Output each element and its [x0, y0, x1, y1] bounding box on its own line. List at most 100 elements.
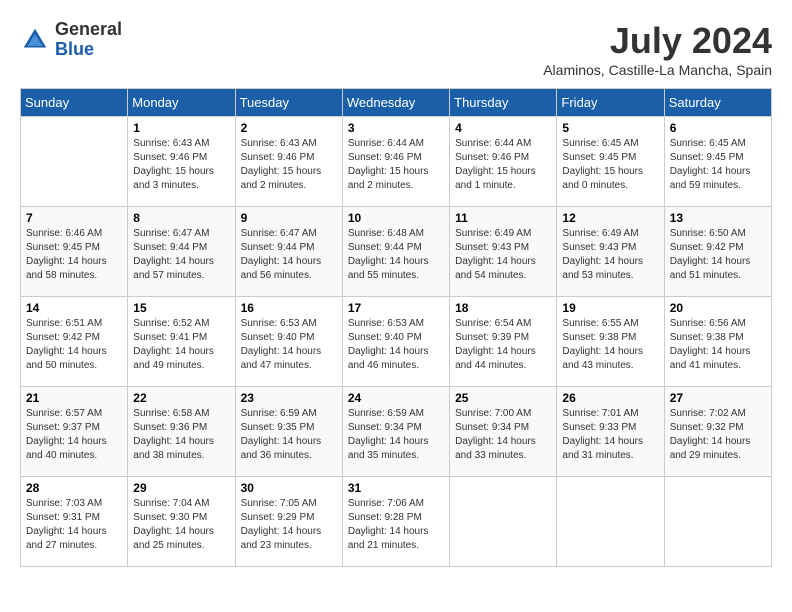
day-info: Sunrise: 7:04 AMSunset: 9:30 PMDaylight:… — [133, 497, 229, 553]
sunrise-text: Sunrise: 7:02 AM — [670, 407, 766, 421]
daylight-text: Daylight: 14 hours and 57 minutes. — [133, 255, 229, 283]
daylight-text: Daylight: 14 hours and 47 minutes. — [241, 345, 337, 373]
day-info: Sunrise: 6:44 AMSunset: 9:46 PMDaylight:… — [348, 137, 444, 193]
daylight-text: Daylight: 14 hours and 51 minutes. — [670, 255, 766, 283]
daylight-text: Daylight: 15 hours and 0 minutes. — [562, 165, 658, 193]
sunset-text: Sunset: 9:39 PM — [455, 331, 551, 345]
day-number: 2 — [241, 121, 337, 135]
day-info: Sunrise: 6:53 AMSunset: 9:40 PMDaylight:… — [348, 317, 444, 373]
daylight-text: Daylight: 14 hours and 59 minutes. — [670, 165, 766, 193]
calendar-cell: 4 Sunrise: 6:44 AMSunset: 9:46 PMDaylight… — [450, 117, 557, 207]
sunset-text: Sunset: 9:34 PM — [455, 421, 551, 435]
day-number: 5 — [562, 121, 658, 135]
calendar-cell — [664, 477, 771, 567]
sunrise-text: Sunrise: 6:43 AM — [133, 137, 229, 151]
day-info: Sunrise: 6:59 AMSunset: 9:34 PMDaylight:… — [348, 407, 444, 463]
calendar-cell: 21Sunrise: 6:57 AMSunset: 9:37 PMDayligh… — [21, 387, 128, 477]
sunset-text: Sunset: 9:29 PM — [241, 511, 337, 525]
daylight-text: Daylight: 14 hours and 31 minutes. — [562, 435, 658, 463]
sunrise-text: Sunrise: 6:45 AM — [670, 137, 766, 151]
day-number: 22 — [133, 391, 229, 405]
sunrise-text: Sunrise: 6:51 AM — [26, 317, 122, 331]
calendar-cell: 23Sunrise: 6:59 AMSunset: 9:35 PMDayligh… — [235, 387, 342, 477]
calendar-cell: 19Sunrise: 6:55 AMSunset: 9:38 PMDayligh… — [557, 297, 664, 387]
daylight-text: Daylight: 14 hours and 49 minutes. — [133, 345, 229, 373]
calendar-cell: 22Sunrise: 6:58 AMSunset: 9:36 PMDayligh… — [128, 387, 235, 477]
day-info: Sunrise: 6:43 AMSunset: 9:46 PMDaylight:… — [133, 137, 229, 193]
sunrise-text: Sunrise: 6:53 AM — [348, 317, 444, 331]
sunset-text: Sunset: 9:38 PM — [670, 331, 766, 345]
sunrise-text: Sunrise: 6:56 AM — [670, 317, 766, 331]
sunrise-text: Sunrise: 6:53 AM — [241, 317, 337, 331]
sunset-text: Sunset: 9:45 PM — [562, 151, 658, 165]
calendar-week-row: 1Sunrise: 6:43 AMSunset: 9:46 PMDaylight… — [21, 117, 772, 207]
sunset-text: Sunset: 9:44 PM — [348, 241, 444, 255]
day-number: 17 — [348, 301, 444, 315]
calendar-cell: 30Sunrise: 7:05 AMSunset: 9:29 PMDayligh… — [235, 477, 342, 567]
day-info: Sunrise: 7:02 AMSunset: 9:32 PMDaylight:… — [670, 407, 766, 463]
day-info: Sunrise: 6:51 AMSunset: 9:42 PMDaylight:… — [26, 317, 122, 373]
day-number: 1 — [133, 121, 229, 135]
day-info: Sunrise: 6:46 AMSunset: 9:45 PMDaylight:… — [26, 227, 122, 283]
daylight-text: Daylight: 14 hours and 55 minutes. — [348, 255, 444, 283]
day-info: Sunrise: 6:44 AMSunset: 9:46 PMDaylight:… — [455, 137, 551, 193]
sunset-text: Sunset: 9:46 PM — [133, 151, 229, 165]
day-number: 13 — [670, 211, 766, 225]
daylight-text: Daylight: 14 hours and 27 minutes. — [26, 525, 122, 553]
day-number: 8 — [133, 211, 229, 225]
calendar-header-row: SundayMondayTuesdayWednesdayThursdayFrid… — [21, 89, 772, 117]
sunrise-text: Sunrise: 6:59 AM — [348, 407, 444, 421]
day-info: Sunrise: 6:56 AMSunset: 9:38 PMDaylight:… — [670, 317, 766, 373]
sunrise-text: Sunrise: 6:55 AM — [562, 317, 658, 331]
calendar-cell: 25Sunrise: 7:00 AMSunset: 9:34 PMDayligh… — [450, 387, 557, 477]
sunset-text: Sunset: 9:32 PM — [670, 421, 766, 435]
day-info: Sunrise: 6:54 AMSunset: 9:39 PMDaylight:… — [455, 317, 551, 373]
sunrise-text: Sunrise: 7:01 AM — [562, 407, 658, 421]
day-number: 18 — [455, 301, 551, 315]
calendar-cell: 5 Sunrise: 6:45 AMSunset: 9:45 PMDaylight… — [557, 117, 664, 207]
daylight-text: Daylight: 14 hours and 40 minutes. — [26, 435, 122, 463]
calendar-cell: 27Sunrise: 7:02 AMSunset: 9:32 PMDayligh… — [664, 387, 771, 477]
calendar-cell — [450, 477, 557, 567]
daylight-text: Daylight: 14 hours and 36 minutes. — [241, 435, 337, 463]
sunrise-text: Sunrise: 7:06 AM — [348, 497, 444, 511]
sunset-text: Sunset: 9:43 PM — [455, 241, 551, 255]
day-number: 4 — [455, 121, 551, 135]
day-number: 3 — [348, 121, 444, 135]
calendar-week-row: 28Sunrise: 7:03 AMSunset: 9:31 PMDayligh… — [21, 477, 772, 567]
day-number: 23 — [241, 391, 337, 405]
header-friday: Friday — [557, 89, 664, 117]
sunrise-text: Sunrise: 6:58 AM — [133, 407, 229, 421]
sunset-text: Sunset: 9:46 PM — [455, 151, 551, 165]
day-number: 24 — [348, 391, 444, 405]
sunset-text: Sunset: 9:35 PM — [241, 421, 337, 435]
day-number: 15 — [133, 301, 229, 315]
calendar-cell — [21, 117, 128, 207]
sunset-text: Sunset: 9:36 PM — [133, 421, 229, 435]
calendar-week-row: 7Sunrise: 6:46 AMSunset: 9:45 PMDaylight… — [21, 207, 772, 297]
calendar-cell: 10Sunrise: 6:48 AMSunset: 9:44 PMDayligh… — [342, 207, 449, 297]
sunset-text: Sunset: 9:41 PM — [133, 331, 229, 345]
daylight-text: Daylight: 14 hours and 54 minutes. — [455, 255, 551, 283]
day-info: Sunrise: 6:53 AMSunset: 9:40 PMDaylight:… — [241, 317, 337, 373]
sunrise-text: Sunrise: 6:54 AM — [455, 317, 551, 331]
sunset-text: Sunset: 9:28 PM — [348, 511, 444, 525]
header-tuesday: Tuesday — [235, 89, 342, 117]
day-info: Sunrise: 7:06 AMSunset: 9:28 PMDaylight:… — [348, 497, 444, 553]
daylight-text: Daylight: 14 hours and 25 minutes. — [133, 525, 229, 553]
day-info: Sunrise: 6:45 AMSunset: 9:45 PMDaylight:… — [562, 137, 658, 193]
day-info: Sunrise: 6:43 AMSunset: 9:46 PMDaylight:… — [241, 137, 337, 193]
day-number: 12 — [562, 211, 658, 225]
calendar-cell: 14Sunrise: 6:51 AMSunset: 9:42 PMDayligh… — [21, 297, 128, 387]
calendar-cell: 29Sunrise: 7:04 AMSunset: 9:30 PMDayligh… — [128, 477, 235, 567]
day-info: Sunrise: 6:48 AMSunset: 9:44 PMDaylight:… — [348, 227, 444, 283]
sunset-text: Sunset: 9:44 PM — [133, 241, 229, 255]
calendar-cell: 17 Sunrise: 6:53 AMSunset: 9:40 PMDayligh… — [342, 297, 449, 387]
day-number: 26 — [562, 391, 658, 405]
day-info: Sunrise: 7:05 AMSunset: 9:29 PMDaylight:… — [241, 497, 337, 553]
daylight-text: Daylight: 14 hours and 35 minutes. — [348, 435, 444, 463]
sunrise-text: Sunrise: 6:50 AM — [670, 227, 766, 241]
sunrise-text: Sunrise: 6:45 AM — [562, 137, 658, 151]
day-info: Sunrise: 6:47 AMSunset: 9:44 PMDaylight:… — [133, 227, 229, 283]
day-info: Sunrise: 7:01 AMSunset: 9:33 PMDaylight:… — [562, 407, 658, 463]
